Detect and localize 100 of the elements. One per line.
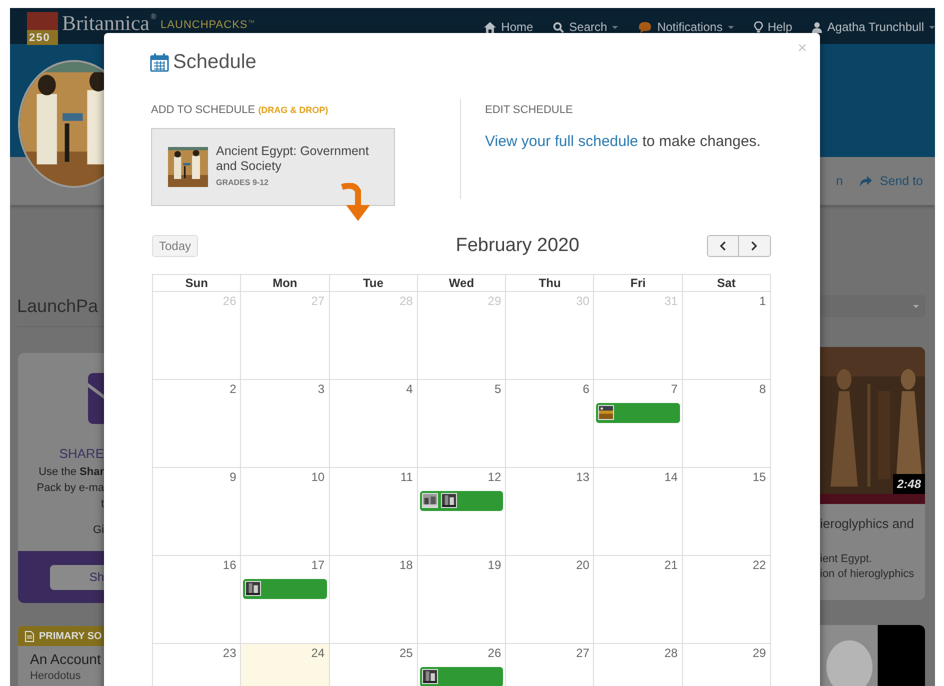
card-text: ient Egypt. — [820, 552, 873, 566]
day-cell[interactable]: 24 — [241, 644, 330, 686]
next-button[interactable] — [738, 235, 771, 258]
day-cell[interactable]: 22 — [682, 556, 771, 644]
day-number: 23 — [222, 646, 238, 660]
calendar-event[interactable] — [243, 578, 327, 598]
document-icon — [25, 630, 34, 642]
day-cell[interactable]: 11 — [330, 468, 418, 556]
weekday-header: Fri — [594, 274, 683, 292]
day-number: 19 — [486, 558, 502, 572]
day-number: 13 — [575, 470, 590, 484]
day-number: 28 — [398, 294, 414, 308]
day-number: 26 — [222, 294, 238, 308]
card-text: Use the Shar — [38, 464, 104, 480]
card-text: Gi — [93, 522, 104, 538]
weekday-header: Mon — [241, 274, 330, 292]
day-number: 17 — [310, 558, 326, 572]
calendar-event[interactable] — [596, 402, 680, 422]
calendar-event[interactable] — [420, 666, 504, 686]
day-number: 21 — [663, 558, 679, 572]
modal-title: Schedule — [173, 50, 256, 75]
lightbulb-icon — [754, 21, 763, 33]
day-cell[interactable]: 2 — [153, 380, 242, 468]
day-cell[interactable]: 1 — [682, 292, 771, 380]
pack-title: Ancient Egypt: Government and Society — [216, 144, 370, 174]
search-icon — [553, 22, 564, 32]
share-arrow-icon — [858, 176, 872, 186]
day-number: 26 — [486, 646, 502, 660]
badge-label: PRIMARY SO — [39, 630, 102, 644]
grade-label: GRADES 9-12 — [216, 177, 270, 189]
nav-link[interactable]: Help — [754, 18, 792, 36]
day-number: 10 — [310, 470, 326, 484]
section-label: ADD TO SCHEDULE (DRAG & DROP) — [151, 103, 330, 118]
video-duration: 2:48 — [892, 474, 925, 494]
day-cell[interactable]: 18 — [330, 556, 418, 644]
day-cell[interactable]: 9 — [153, 468, 242, 556]
day-cell[interactable]: 21 — [594, 556, 683, 644]
day-number: 30 — [575, 294, 590, 308]
day-number: 22 — [752, 558, 767, 572]
day-number: 9 — [228, 470, 238, 484]
day-number: 2 — [228, 382, 238, 396]
day-cell[interactable]: 3 — [241, 380, 330, 468]
day-cell[interactable]: 5 — [418, 380, 506, 468]
day-number: 14 — [663, 470, 679, 484]
brand-name: Britannica® — [62, 13, 157, 34]
day-number: 12 — [486, 470, 502, 484]
day-number: 27 — [575, 646, 590, 660]
day-cell[interactable]: 6 — [506, 380, 594, 468]
day-cell[interactable]: 12 — [418, 468, 506, 556]
day-number: 7 — [670, 382, 679, 396]
day-cell[interactable]: 8 — [682, 380, 771, 468]
day-cell[interactable]: 17 — [241, 556, 330, 644]
day-cell[interactable]: 7 — [594, 380, 683, 468]
day-cell[interactable]: 13 — [506, 468, 594, 556]
day-cell[interactable]: 10 — [241, 468, 330, 556]
day-cell[interactable]: 4 — [330, 380, 418, 468]
day-number: 4 — [405, 382, 414, 396]
card-author: Herodotus — [30, 670, 82, 683]
day-number: 29 — [486, 294, 502, 308]
day-number: 16 — [222, 558, 238, 572]
day-number: 25 — [398, 646, 414, 660]
day-cell[interactable]: 14 — [594, 468, 683, 556]
speech-bubble-icon — [638, 20, 652, 34]
day-number: 1 — [758, 294, 767, 308]
day-number: 6 — [582, 382, 590, 396]
dropdown-field[interactable] — [820, 295, 925, 317]
previous-button[interactable] — [706, 235, 739, 258]
weekday-header: Thu — [506, 274, 594, 292]
calendar-icon — [150, 52, 169, 72]
day-cell[interactable]: 16 — [153, 556, 242, 644]
instruction-text: View your full schedule to make changes. — [485, 132, 761, 152]
calendar-event[interactable] — [420, 490, 504, 510]
share-button[interactable]: Sh — [50, 564, 104, 590]
caret-icon — [913, 304, 919, 308]
user-icon — [812, 22, 822, 32]
card-text: ion of hieroglyphics — [820, 566, 916, 582]
day-number: 5 — [493, 382, 502, 396]
card-title: SHARE — [59, 445, 104, 463]
calendar-title: February 2020 — [456, 234, 580, 258]
home-icon — [484, 22, 496, 32]
weekday-header: Tue — [330, 274, 418, 292]
day-number: 27 — [310, 294, 326, 308]
nav-link[interactable]: Home — [484, 18, 534, 36]
schedule-link[interactable]: View your full schedule — [485, 132, 638, 150]
day-cell[interactable]: 26 — [418, 644, 506, 686]
card-text: t — [100, 496, 104, 512]
day-cell[interactable]: 25 — [330, 644, 418, 686]
draggable-card[interactable]: Ancient Egypt: Government and Society GRADES 9-12 — [151, 128, 395, 206]
day-number: 31 — [663, 294, 679, 308]
day-cell[interactable]: 19 — [418, 556, 506, 644]
day-cell[interactable]: 29 — [682, 644, 771, 686]
day-number: 15 — [752, 470, 767, 484]
weekday-header: Sun — [153, 274, 242, 292]
card-text: Pack by e-ma — [36, 480, 104, 496]
day-cell[interactable]: 28 — [594, 644, 683, 686]
day-number: 8 — [758, 382, 767, 396]
card-title: An Account — [30, 651, 102, 668]
day-cell[interactable]: 15 — [682, 468, 771, 556]
day-cell[interactable]: 20 — [506, 556, 594, 644]
day-cell[interactable]: 27 — [506, 644, 594, 686]
